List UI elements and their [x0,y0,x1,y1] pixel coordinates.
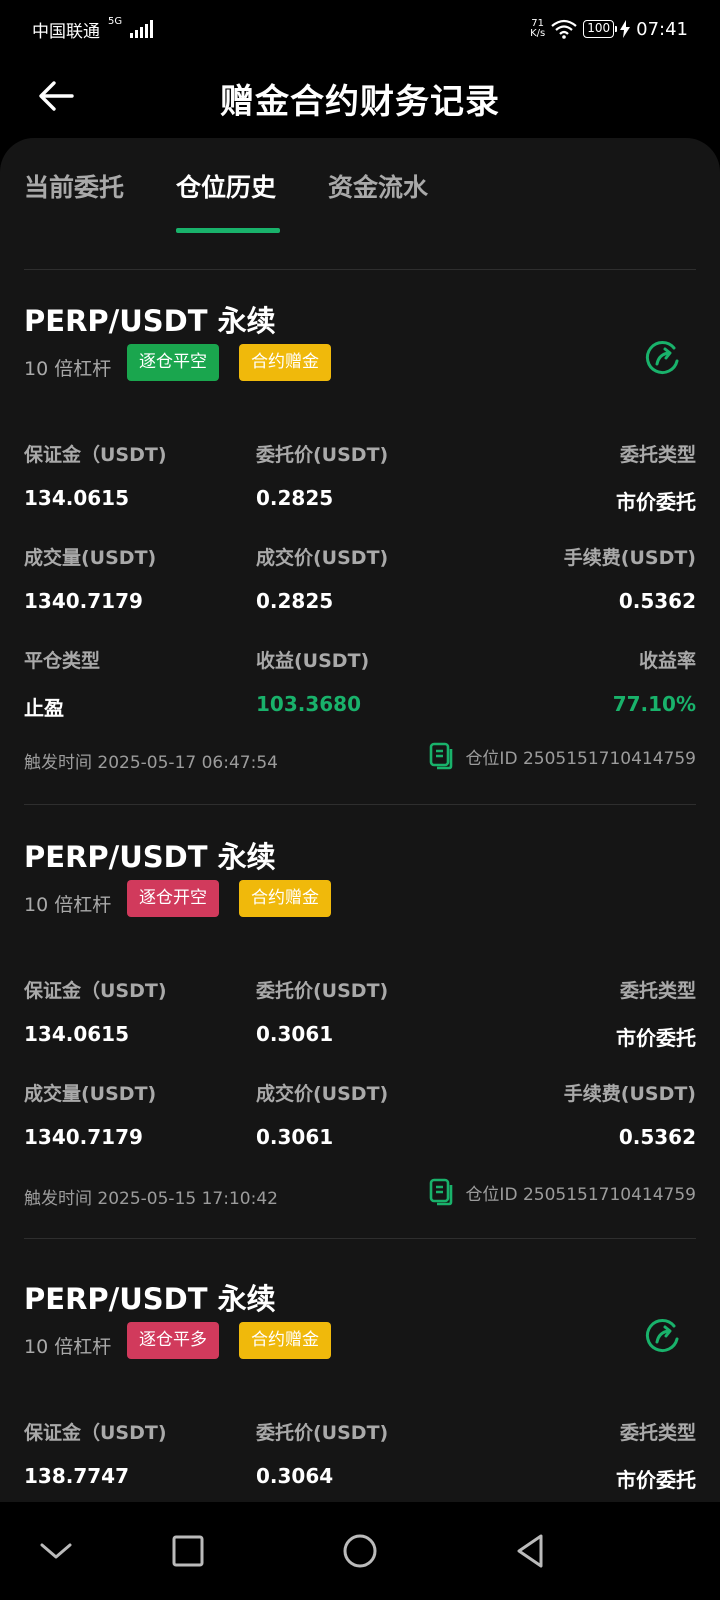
pnl-value: 103.3680 [256,692,362,716]
fill-price-value: 0.2825 [256,589,334,613]
margin-label: 保证金（USDT) [24,444,167,466]
leverage-label: 10 倍杠杆 [24,1336,112,1358]
margin-value: 134.0615 [24,486,130,510]
record-divider [24,1238,696,1239]
header: 赠金合约财务记录 [0,58,720,138]
carrier-name: 中国联通 [32,21,100,42]
margin-value: 134.0615 [24,1022,130,1046]
fill-price-label: 成交价(USDT) [256,1083,389,1105]
trigger-time: 触发时间 2025-05-17 06:47:54 [24,753,278,773]
network-speed: 71 K/s [530,19,545,39]
fee-value: 0.5362 [618,1125,696,1149]
record-title: PERP/USDT 永续 [24,840,276,874]
page-title: 赠金合约财务记录 [220,81,500,122]
record-title: PERP/USDT 永续 [24,1282,276,1316]
copy-icon [430,1178,453,1206]
direction-tag: 逐仓平空 [127,344,219,381]
margin-label: 保证金（USDT) [24,980,167,1002]
home-button[interactable] [335,1526,385,1576]
volume-value: 1340.7179 [24,1125,143,1149]
position-id-text: 仓位ID 2505151710414759 [465,748,696,769]
direction-tag: 逐仓平多 [127,1322,219,1359]
roi-value: 77.10% [612,692,696,716]
network-type: 5G [108,15,123,27]
content-sheet: 当前委托 仓位历史 资金流水 PERP/USDT 永续 10 倍杠杆 逐仓平空 … [0,138,720,1502]
back-button[interactable] [30,70,82,122]
status-bar: 中国联通 5G 71 K/s 100 07:41 [0,0,720,58]
order-type-value: 市价委托 [616,1468,696,1492]
circle-icon [343,1534,377,1568]
margin-value: 138.7747 [24,1464,130,1488]
position-id[interactable]: 仓位ID 2505151710414759 [429,1178,696,1206]
tab-fund-flow[interactable]: 资金流水 [328,168,428,204]
order-price-label: 委托价(USDT) [256,444,389,466]
bonus-tag: 合约赠金 [239,344,331,381]
share-button[interactable] [638,334,686,382]
bonus-tag: 合约赠金 [239,880,331,917]
signal-icon [130,20,154,38]
tab-current-orders[interactable]: 当前委托 [24,168,124,204]
pnl-label: 收益(USDT) [256,650,370,672]
triangle-back-icon [517,1534,543,1568]
order-type-value: 市价委托 [616,1026,696,1050]
position-record[interactable]: PERP/USDT 永续 10 倍杠杆 逐仓平多 合约赠金 保证金（USDT) … [24,1276,696,1502]
record-divider [24,804,696,805]
order-price-value: 0.3061 [256,1022,334,1046]
back-nav-button[interactable] [505,1526,555,1576]
position-record[interactable]: PERP/USDT 永续 10 倍杠杆 逐仓开空 合约赠金 保证金（USDT) … [24,834,696,1254]
fee-value: 0.5362 [618,589,696,613]
order-type-label: 委托类型 [619,444,696,466]
battery-icon: 100 [583,20,618,38]
wifi-icon [551,19,577,39]
bonus-tag: 合约赠金 [239,1322,331,1359]
direction-tag: 逐仓开空 [127,880,219,917]
share-icon [645,1319,679,1352]
order-type-label: 委托类型 [619,980,696,1002]
position-id[interactable]: 仓位ID 2505151710414759 [429,742,696,770]
margin-label: 保证金（USDT) [24,1422,167,1444]
record-title: PERP/USDT 永续 [24,304,276,338]
trigger-time: 触发时间 2025-05-15 17:10:42 [24,1189,278,1209]
fill-price-label: 成交价(USDT) [256,547,389,569]
share-icon [645,341,679,374]
square-icon [172,1535,204,1567]
volume-label: 成交量(USDT) [24,1083,157,1105]
tab-bar: 当前委托 仓位历史 资金流水 [24,138,696,270]
order-type-value: 市价委托 [616,490,696,514]
tab-position-history[interactable]: 仓位历史 [176,168,276,204]
leverage-label: 10 倍杠杆 [24,894,112,916]
recents-button[interactable] [163,1526,213,1576]
charging-icon [620,20,631,38]
fee-label: 手续费(USDT) [563,547,696,569]
roi-label: 收益率 [638,650,696,672]
status-right: 71 K/s 100 07:41 [530,19,688,40]
leverage-label: 10 倍杠杆 [24,358,112,380]
position-record[interactable]: PERP/USDT 永续 10 倍杠杆 逐仓平空 合约赠金 保证金（USDT) … [24,298,696,818]
carrier-group: 中国联通 5G [32,15,154,42]
active-tab-indicator [176,228,280,233]
system-nav-bar [0,1502,720,1600]
position-id-text: 仓位ID 2505151710414759 [465,1184,696,1205]
clock: 07:41 [636,18,688,40]
chevron-down-icon [40,1543,72,1559]
fill-price-value: 0.3061 [256,1125,334,1149]
volume-label: 成交量(USDT) [24,547,157,569]
hide-keyboard-button[interactable] [31,1526,81,1576]
close-type-label: 平仓类型 [24,650,101,672]
copy-icon [430,742,453,770]
order-type-label: 委托类型 [619,1422,696,1444]
speed-unit: K/s [530,28,546,39]
arrow-left-icon [39,81,74,111]
order-price-label: 委托价(USDT) [256,1422,389,1444]
fee-label: 手续费(USDT) [563,1083,696,1105]
order-price-value: 0.2825 [256,486,334,510]
volume-value: 1340.7179 [24,589,143,613]
share-button[interactable] [638,1312,686,1360]
order-price-value: 0.3064 [256,1464,334,1488]
close-type-value: 止盈 [24,696,64,720]
order-price-label: 委托价(USDT) [256,980,389,1002]
